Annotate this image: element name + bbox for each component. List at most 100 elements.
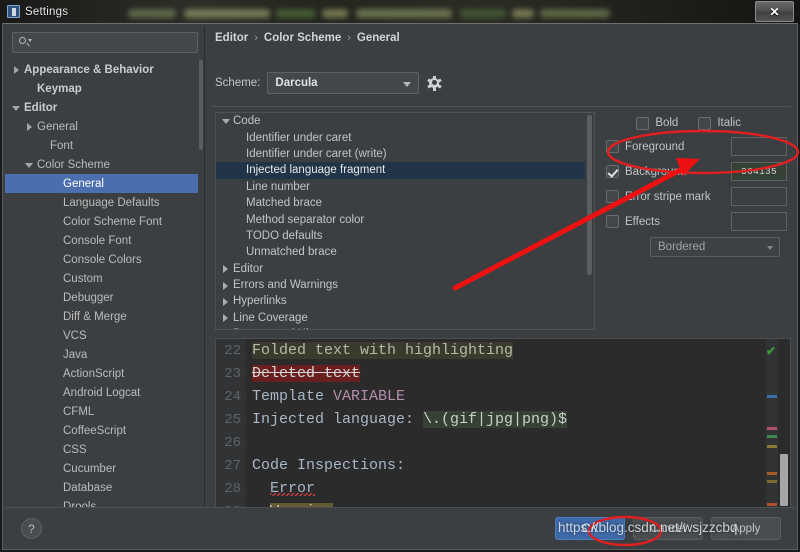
color-tree-item-line-coverage[interactable]: Line Coverage (216, 310, 594, 326)
sidebar-item-color-scheme[interactable]: Color Scheme (5, 155, 204, 174)
sidebar-item-java[interactable]: Java (5, 345, 204, 364)
gear-icon[interactable] (426, 75, 443, 92)
foreground-checkbox[interactable] (606, 140, 619, 153)
error-stripe-mark[interactable] (767, 503, 777, 506)
scheme-label: Scheme: (215, 77, 260, 89)
breadcrumb-item-editor[interactable]: Editor (215, 32, 248, 44)
sidebar-item-general[interactable]: General (5, 174, 204, 193)
chevron-right-icon[interactable] (220, 312, 233, 323)
search-input[interactable] (31, 37, 192, 49)
error-stripe-mark[interactable] (767, 445, 777, 448)
sidebar-item-cucumber[interactable]: Cucumber (5, 459, 204, 478)
sidebar-item-android-logcat[interactable]: Android Logcat (5, 383, 204, 402)
sidebar-item-color-scheme-font[interactable]: Color Scheme Font (5, 212, 204, 231)
error-stripe-mark[interactable] (767, 480, 777, 483)
preview-line: 25Injected language: \.(gif|jpg|png)$ (216, 408, 790, 431)
preview-line-number: 22 (216, 343, 246, 359)
color-tree-item-identifier-under-caret-write[interactable]: Identifier under caret (write) (216, 146, 594, 162)
color-tree-item-hyperlinks[interactable]: Hyperlinks (216, 293, 594, 309)
background-checkbox[interactable] (606, 165, 619, 178)
help-button[interactable]: ? (21, 518, 42, 539)
sidebar-item-actionscript[interactable]: ActionScript (5, 364, 204, 383)
sidebar-item-label: Console Colors (63, 254, 142, 266)
title-bar[interactable]: Settings ✕ (0, 0, 800, 23)
chevron-down-icon[interactable] (11, 102, 22, 113)
error-stripe-mark[interactable] (767, 427, 777, 430)
color-tree-scrollbar-thumb[interactable] (587, 115, 592, 275)
sidebar-item-keymap[interactable]: Keymap (5, 79, 204, 98)
color-settings-tree-rows[interactable]: CodeIdentifier under caretIdentifier und… (216, 113, 594, 330)
chevron-right-icon[interactable] (220, 296, 233, 307)
preview-scrollbar-thumb[interactable] (780, 454, 788, 506)
tree-spacer (233, 132, 246, 143)
sidebar-item-css[interactable]: CSS (5, 440, 204, 459)
tree-spacer (233, 214, 246, 225)
bold-checkbox[interactable]: Bold (636, 117, 678, 130)
sidebar-item-vcs[interactable]: VCS (5, 326, 204, 345)
color-tree-item-identifier-under-caret[interactable]: Identifier under caret (216, 129, 594, 145)
color-tree-item-injected-language-fragment[interactable]: Injected language fragment (216, 162, 594, 178)
sidebar-item-language-defaults[interactable]: Language Defaults (5, 193, 204, 212)
error-stripe-checkbox[interactable] (606, 190, 619, 203)
sidebar-item-debugger[interactable]: Debugger (5, 288, 204, 307)
background-color-swatch[interactable]: 364135 (731, 162, 787, 181)
effects-type-dropdown[interactable]: Bordered (650, 237, 780, 257)
color-tree-item-errors-and-warnings[interactable]: Errors and Warnings (216, 277, 594, 293)
color-tree-item-editor[interactable]: Editor (216, 261, 594, 277)
color-tree-item-code[interactable]: Code (216, 113, 594, 129)
sidebar-item-coffeescript[interactable]: CoffeeScript (5, 421, 204, 440)
breadcrumb-item-general[interactable]: General (357, 32, 400, 44)
effects-checkbox[interactable] (606, 215, 619, 228)
title-bar-left: Settings (0, 5, 68, 18)
chevron-right-icon[interactable] (220, 280, 233, 291)
italic-checkbox[interactable]: Italic (698, 117, 741, 130)
scheme-dropdown[interactable]: Darcula (267, 72, 419, 94)
color-tree-item-label: Line number (246, 181, 310, 193)
color-tree-item-unmatched-brace[interactable]: Unmatched brace (216, 244, 594, 260)
sidebar-item-console-colors[interactable]: Console Colors (5, 250, 204, 269)
chevron-down-icon[interactable] (220, 116, 233, 127)
color-tree-scrollbar[interactable] (585, 113, 594, 329)
sidebar-item-font[interactable]: Font (5, 136, 204, 155)
tree-spacer (50, 425, 61, 436)
color-tree-item-method-separator-color[interactable]: Method separator color (216, 211, 594, 227)
breadcrumb-item-color-scheme[interactable]: Color Scheme (264, 32, 341, 44)
chevron-right-icon[interactable] (11, 64, 22, 75)
search-box[interactable] (12, 32, 198, 53)
error-stripe-mark[interactable] (767, 472, 777, 475)
sidebar-item-console-font[interactable]: Console Font (5, 231, 204, 250)
error-stripe-mark[interactable] (767, 435, 777, 438)
error-stripe-color-swatch[interactable] (731, 187, 787, 206)
sidebar-item-custom[interactable]: Custom (5, 269, 204, 288)
preview-line-text: Template VARIABLE (246, 388, 405, 405)
tree-spacer (233, 181, 246, 192)
sidebar-item-general[interactable]: General (5, 117, 204, 136)
color-tree-item-popups-and-hints[interactable]: Popups and Hints (216, 326, 594, 330)
color-tree-item-line-number[interactable]: Line number (216, 179, 594, 195)
chevron-right-icon[interactable] (24, 121, 35, 132)
sidebar-item-cfml[interactable]: CFML (5, 402, 204, 421)
bold-checkbox-box[interactable] (636, 117, 649, 130)
sidebar-item-editor[interactable]: Editor (5, 98, 204, 117)
color-tree-item-todo-defaults[interactable]: TODO defaults (216, 228, 594, 244)
chevron-down-icon[interactable] (24, 159, 35, 170)
close-icon[interactable]: ✕ (755, 1, 794, 22)
scheme-row: Scheme: Darcula (215, 72, 443, 94)
sidebar-item-appearance-behavior[interactable]: Appearance & Behavior (5, 60, 204, 79)
color-settings-tree[interactable]: CodeIdentifier under caretIdentifier und… (215, 112, 595, 330)
settings-tree[interactable]: Appearance & BehaviorKeymapEditorGeneral… (5, 58, 204, 509)
italic-checkbox-box[interactable] (698, 117, 711, 130)
effects-color-swatch[interactable] (731, 212, 787, 231)
preview-token: Deleted text (252, 365, 360, 382)
chevron-right-icon[interactable] (220, 329, 233, 330)
foreground-color-swatch[interactable] (731, 137, 787, 156)
sidebar-item-label: CoffeeScript (63, 425, 126, 437)
sidebar-scrollbar[interactable] (198, 60, 204, 508)
sidebar-item-label: Java (63, 349, 87, 361)
error-stripe-mark[interactable] (767, 395, 777, 398)
color-tree-item-matched-brace[interactable]: Matched brace (216, 195, 594, 211)
sidebar-item-database[interactable]: Database (5, 478, 204, 497)
sidebar-scrollbar-thumb[interactable] (199, 60, 203, 150)
sidebar-item-diff-merge[interactable]: Diff & Merge (5, 307, 204, 326)
chevron-right-icon[interactable] (220, 263, 233, 274)
